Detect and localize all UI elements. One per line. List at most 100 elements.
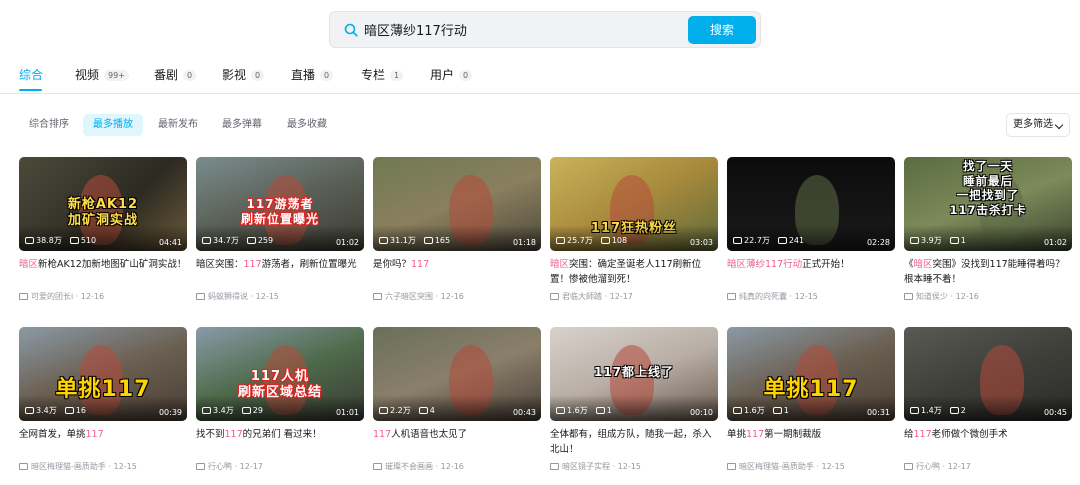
- play-count-icon: [202, 237, 211, 244]
- video-thumbnail[interactable]: 1.4万 2 00:45: [904, 327, 1072, 421]
- sort-option-0[interactable]: 综合排序: [19, 114, 79, 136]
- video-stats: 38.8万 510: [25, 235, 96, 247]
- sort-option-3[interactable]: 最多弹幕: [212, 114, 272, 136]
- tab-6[interactable]: 用户 0: [430, 66, 473, 94]
- video-duration: 01:02: [1043, 238, 1067, 247]
- video-author[interactable]: 蚂蚁狮得说: [208, 292, 248, 301]
- video-duration: 03:03: [689, 238, 713, 247]
- play-count-icon: [379, 407, 388, 414]
- video-author[interactable]: 暗区梅理猫-画质助手: [739, 462, 814, 471]
- view-count: 34.7万: [213, 236, 239, 245]
- video-author[interactable]: 行心鸭: [916, 462, 940, 471]
- video-stats: 3.4万 29: [202, 405, 263, 417]
- video-author[interactable]: 知道侯少: [916, 292, 948, 301]
- video-title[interactable]: 《暗区突围》没找到117能睡得着吗？根本睡不着！: [904, 257, 1072, 287]
- video-card[interactable]: 117人机 刷新区域总结 3.4万 29 01:01 找不到117的兄弟们 看过来！ 行心…: [196, 327, 364, 472]
- video-card[interactable]: 117都上线了 1.6万 1 00:10 全体都有，组成方队，随我一起，杀入北山！ 暗区镜…: [550, 327, 718, 472]
- thumbnail-caption: 117都上线了: [593, 365, 675, 379]
- video-title[interactable]: 给117老师做个微创手术: [904, 427, 1072, 457]
- title-text: 找不到: [196, 429, 225, 440]
- danmaku-icon: [418, 407, 428, 414]
- video-title[interactable]: 找不到117的兄弟们 看过来！: [196, 427, 364, 457]
- tab-label: 用户: [430, 68, 455, 82]
- video-title[interactable]: 暗区新枪AK12加新地图矿山矿洞实战！: [19, 257, 187, 287]
- video-thumbnail[interactable]: 22.7万 241 02:28: [727, 157, 895, 251]
- view-count: 3.4万: [36, 406, 57, 415]
- meta-separator: ·: [105, 462, 114, 471]
- danmaku-icon: [246, 237, 256, 244]
- video-title[interactable]: 单挑117第一期制裁版: [727, 427, 895, 457]
- tab-3[interactable]: 影视 0: [222, 66, 265, 94]
- video-author[interactable]: 纯真的向死囊: [739, 292, 787, 301]
- video-thumbnail[interactable]: 新枪AK12 加矿洞实战 38.8万 510 04:41: [19, 157, 187, 251]
- uploader-icon: [19, 463, 28, 470]
- video-card[interactable]: 1.4万 2 00:45 给117老师做个微创手术 行心鸭 · 12-17: [904, 327, 1072, 472]
- tab-count: 0: [320, 70, 334, 81]
- video-thumbnail[interactable]: 单挑117 3.4万 16 00:39: [19, 327, 187, 421]
- video-card[interactable]: 找了一天 睡前最后 一把找到了 117击杀打卡 3.9万 1 01:02 《暗区突围》没…: [904, 157, 1072, 302]
- video-thumbnail[interactable]: 117都上线了 1.6万 1 00:10: [550, 327, 718, 421]
- video-author[interactable]: 六子暗区突围: [385, 292, 433, 301]
- title-text: 老师做个微创手术: [931, 429, 1008, 440]
- video-stats: 25.7万 108: [556, 235, 627, 247]
- play-count-icon: [202, 407, 211, 414]
- more-filter-dropdown[interactable]: 更多筛选: [1006, 113, 1070, 137]
- meta-separator: ·: [940, 462, 948, 471]
- video-thumbnail[interactable]: 31.1万 165 01:18: [373, 157, 541, 251]
- tab-1[interactable]: 视频 99+: [75, 66, 129, 94]
- video-title[interactable]: 暗区突围：117游荡者，刷新位置曝光: [196, 257, 364, 287]
- video-stats: 34.7万 259: [202, 235, 273, 247]
- video-card[interactable]: 新枪AK12 加矿洞实战 38.8万 510 04:41 暗区新枪AK12加新地图矿山矿…: [19, 157, 187, 302]
- video-card[interactable]: 单挑117 3.4万 16 00:39 全网首发，单挑117 暗区梅理猫-画质助手 · 1…: [19, 327, 187, 472]
- title-text: 单挑: [727, 429, 747, 440]
- video-author[interactable]: 暗区梅理猫-画质助手: [31, 462, 106, 471]
- video-meta: 蚂蚁狮得说 · 12-15: [196, 291, 364, 302]
- uploader-icon: [904, 293, 913, 300]
- video-title[interactable]: 是你吗？117: [373, 257, 541, 287]
- tab-5[interactable]: 专栏 1: [361, 66, 404, 94]
- video-author[interactable]: 暗区镜子实程: [562, 462, 610, 471]
- video-title[interactable]: 117人机语音也太见了: [373, 427, 541, 457]
- title-highlight: 暗区: [19, 259, 39, 270]
- video-card[interactable]: 单挑117 1.6万 1 00:31 单挑117第一期制裁版 暗区梅理猫-画质助手 · 1…: [727, 327, 895, 472]
- play-count-icon: [733, 237, 742, 244]
- sort-option-4[interactable]: 最多收藏: [277, 114, 337, 136]
- video-thumbnail[interactable]: 单挑117 1.6万 1 00:31: [727, 327, 895, 421]
- sort-option-1[interactable]: 最多播放: [83, 114, 143, 136]
- uploader-icon: [196, 293, 205, 300]
- search-button[interactable]: 搜索: [688, 16, 756, 44]
- video-card[interactable]: 2.2万 4 00:43 117人机语音也太见了 璀璨不会画画 · 12-16: [373, 327, 541, 472]
- video-thumbnail[interactable]: 117游荡者 刷新位置曝光 34.7万 259 01:02: [196, 157, 364, 251]
- video-title[interactable]: 暗区薄纱117行动正式开始！: [727, 257, 895, 287]
- title-highlight: 117: [243, 259, 262, 270]
- search-input[interactable]: [364, 12, 664, 47]
- video-card[interactable]: 117狂热粉丝25.7万10803:03暗区突围：确定圣诞老人117刷新位置！惨…: [550, 157, 718, 302]
- video-author[interactable]: 行心鸭: [208, 462, 232, 471]
- video-thumbnail[interactable]: 找了一天 睡前最后 一把找到了 117击杀打卡 3.9万 1 01:02: [904, 157, 1072, 251]
- view-count: 3.4万: [213, 406, 234, 415]
- video-author[interactable]: 璀璨不会画画: [385, 462, 433, 471]
- video-author[interactable]: 可爱的团长i: [31, 292, 73, 301]
- video-thumbnail[interactable]: 117狂热粉丝25.7万10803:03: [550, 157, 718, 251]
- video-card[interactable]: 31.1万 165 01:18 是你吗？117 六子暗区突围 · 12-16: [373, 157, 541, 302]
- video-stats: 3.4万 16: [25, 405, 86, 417]
- danmaku-icon: [595, 407, 605, 414]
- search-icon: [344, 23, 358, 37]
- title-highlight: 117: [746, 429, 765, 440]
- tab-4[interactable]: 直播 0: [291, 66, 334, 94]
- tab-0[interactable]: 综合: [19, 66, 43, 94]
- meta-separator: ·: [248, 292, 256, 301]
- video-title[interactable]: 全网首发，单挑117: [19, 427, 187, 457]
- video-card[interactable]: 22.7万 241 02:28 暗区薄纱117行动正式开始！ 纯真的向死囊 · 12-1…: [727, 157, 895, 302]
- sort-option-2[interactable]: 最新发布: [148, 114, 208, 136]
- title-text: 第一期制裁版: [764, 429, 822, 440]
- video-duration: 00:31: [866, 408, 890, 417]
- video-title[interactable]: 全体都有，组成方队，随我一起，杀入北山！: [550, 427, 718, 457]
- video-title[interactable]: 暗区突围：确定圣诞老人117刷新位置！惨被他溜到死！: [550, 257, 718, 287]
- video-card[interactable]: 117游荡者 刷新位置曝光 34.7万 259 01:02 暗区突围：117游荡者，刷新…: [196, 157, 364, 302]
- tab-2[interactable]: 番剧 0: [154, 66, 197, 94]
- video-thumbnail[interactable]: 2.2万 4 00:43: [373, 327, 541, 421]
- video-meta: 六子暗区突围 · 12-16: [373, 291, 541, 302]
- video-thumbnail[interactable]: 117人机 刷新区域总结 3.4万 29 01:01: [196, 327, 364, 421]
- video-author[interactable]: 君临大師踏: [562, 292, 602, 301]
